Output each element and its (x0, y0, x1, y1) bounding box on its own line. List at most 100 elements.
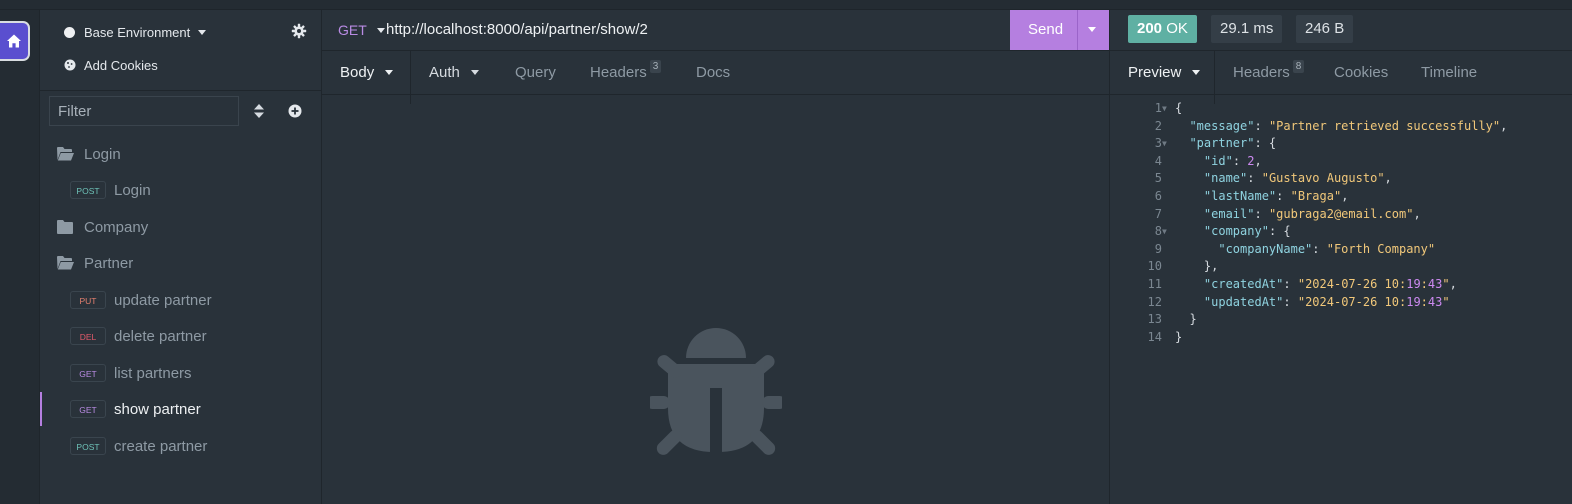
code-text: "message": "Partner retrieved successful… (1189, 118, 1508, 133)
code-text: }, (1175, 259, 1219, 274)
line-number: 7 (1154, 206, 1162, 221)
code-text: "partner": { (1189, 136, 1277, 151)
tab-cookies[interactable]: Cookies (1334, 51, 1388, 94)
method-badge: POST (70, 181, 106, 199)
code-text: "updatedAt": "2024-07-26 10:19:43" (1203, 294, 1450, 309)
chevron-down-icon (385, 70, 394, 75)
bug-icon (650, 328, 782, 455)
folder-partner[interactable]: Partner (40, 246, 321, 280)
tab-query[interactable]: Query (515, 51, 556, 94)
environment-color-dot (64, 26, 75, 38)
method-selector[interactable]: GET (338, 22, 385, 38)
tab-body[interactable]: Body (340, 51, 394, 94)
folder-label: Partner (84, 254, 134, 272)
sort-icon[interactable] (254, 104, 264, 118)
line-number: 8 (1154, 224, 1162, 239)
tab-headers[interactable]: Headers 3 (590, 51, 662, 94)
folder-login[interactable]: Login (40, 137, 321, 171)
folder-company[interactable]: Company (40, 210, 321, 244)
request-list-partners[interactable]: GET list partners (40, 356, 321, 390)
tab-timeline[interactable]: Timeline (1421, 51, 1477, 94)
code-text: "id": 2, (1203, 153, 1262, 168)
code-text: "email": "gubraga2@email.com", (1203, 206, 1421, 221)
tab-label: Headers (1233, 64, 1290, 81)
window-top-strip (0, 0, 1572, 10)
tab-auth[interactable]: Auth (429, 51, 479, 94)
fold-toggle-icon[interactable]: ▼ (1162, 223, 1167, 241)
chevron-down-icon (198, 30, 207, 35)
request-label: delete partner (114, 327, 207, 345)
request-label: Login (114, 181, 151, 199)
request-pane: GET http://localhost:8000/api/partner/sh… (322, 10, 1110, 504)
tab-divider (410, 51, 411, 104)
status-code: 200 (1137, 20, 1163, 37)
sidebar: Base Environment Add Cookies Filter Logi… (40, 10, 322, 504)
code-text: "lastName": "Braga", (1203, 189, 1349, 203)
tab-label: Timeline (1421, 64, 1478, 81)
fold-toggle-icon[interactable]: ▼ (1162, 100, 1167, 118)
response-pane: 200 OK 29.1 ms 246 B Preview Headers 8 C… (1110, 10, 1572, 504)
folder-open-icon (57, 147, 74, 161)
send-options-chevron-icon[interactable] (1088, 27, 1096, 32)
headers-count-badge: 8 (1292, 60, 1305, 73)
url-input[interactable]: http://localhost:8000/api/partner/show/2 (386, 21, 648, 38)
tab-label: Docs (696, 64, 731, 81)
folder-open-icon (57, 256, 74, 270)
line-number: 9 (1154, 241, 1162, 256)
tab-response-headers[interactable]: Headers 8 (1233, 51, 1305, 94)
gear-icon[interactable] (291, 23, 307, 39)
home-button[interactable] (0, 21, 30, 61)
request-label: update partner (114, 291, 212, 309)
url-bar: GET http://localhost:8000/api/partner/sh… (322, 10, 1109, 51)
folder-closed-icon (57, 220, 73, 234)
method-badge: POST (70, 437, 106, 455)
line-number: 13 (1147, 312, 1162, 327)
request-delete-partner[interactable]: DEL delete partner (40, 319, 321, 353)
line-number: 1 (1154, 101, 1162, 115)
tab-label: Query (515, 64, 556, 81)
code-text: } (1175, 312, 1197, 327)
home-icon (7, 34, 21, 48)
method-badge: GET (70, 400, 106, 418)
add-cookies-button[interactable]: Add Cookies (64, 56, 158, 74)
tab-label: Headers (590, 64, 647, 81)
code-text: "createdAt": "2024-07-26 10:19:43", (1203, 277, 1457, 291)
request-show-partner[interactable]: GET show partner (40, 392, 321, 426)
request-tabs: Body Auth Query Headers 3 Docs (322, 51, 1109, 104)
code-text: } (1175, 329, 1183, 344)
request-update-partner[interactable]: PUT update partner (40, 283, 321, 317)
fold-toggle-icon[interactable]: ▼ (1162, 135, 1167, 153)
method-label: GET (338, 22, 367, 38)
tab-docs[interactable]: Docs (696, 51, 730, 94)
add-cookies-label: Add Cookies (84, 57, 158, 73)
request-label: show partner (114, 400, 201, 418)
line-number: 3 (1154, 136, 1162, 151)
tab-label: Preview (1128, 64, 1182, 81)
line-number: 5 (1154, 171, 1162, 186)
environment-selector[interactable]: Base Environment (64, 22, 207, 42)
method-badge: PUT (70, 291, 106, 309)
line-number: 10 (1147, 259, 1162, 274)
code-text: { (1175, 101, 1183, 115)
status-badge: 200 OK (1128, 15, 1197, 43)
filter-input[interactable] (49, 96, 239, 126)
line-number: 11 (1147, 277, 1162, 291)
cookie-icon (64, 59, 76, 71)
send-divider (1077, 10, 1078, 50)
line-number: 6 (1154, 189, 1162, 203)
tab-label: Body (340, 64, 375, 81)
chevron-down-icon (470, 70, 479, 75)
request-login[interactable]: POST Login (40, 173, 321, 207)
app-rail (0, 10, 40, 504)
code-text: "companyName": "Forth Company" (1218, 241, 1436, 256)
plus-circle-icon[interactable] (288, 104, 302, 118)
tab-label: Cookies (1334, 64, 1389, 81)
tab-preview[interactable]: Preview (1128, 51, 1201, 94)
code-text: "company": { (1203, 224, 1291, 239)
send-button[interactable]: Send (1010, 10, 1109, 50)
request-label: create partner (114, 437, 208, 455)
request-create-partner[interactable]: POST create partner (40, 429, 321, 463)
response-status-bar: 200 OK 29.1 ms 246 B (1110, 10, 1572, 51)
response-tabs: Preview Headers 8 Cookies Timeline (1110, 51, 1572, 104)
line-number: 14 (1147, 329, 1162, 344)
